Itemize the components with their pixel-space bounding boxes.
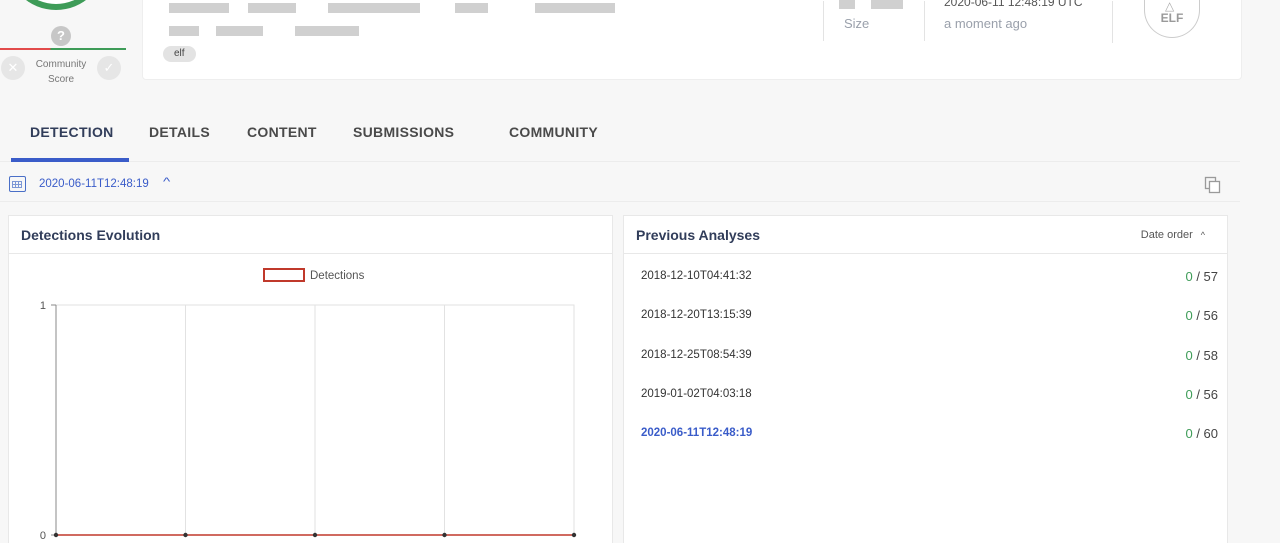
active-tab-indicator: [11, 158, 129, 162]
vote-up-button[interactable]: ✓: [97, 56, 121, 80]
analysis-date: 2020-06-11 12:48:19 UTC: [944, 0, 1083, 9]
engines-total: / 58: [1196, 347, 1218, 363]
community-score-label: Community Score: [35, 59, 87, 85]
positives-count: 0: [1185, 386, 1193, 402]
data-point: [183, 532, 188, 538]
detections-chart: 012018-12-102018-12-202018-12-252019-01-…: [40, 268, 577, 542]
date-order-label: Date order: [1140, 229, 1193, 241]
analysis-row[interactable]: 2018-12-25T08:54:39 0 / 58: [641, 347, 1218, 367]
panel-title: Detections Evolution: [9, 216, 612, 254]
file-type-badge: ELF: [1144, 0, 1200, 38]
detection-ratio: 0 / 60: [1185, 426, 1218, 441]
tab-details[interactable]: DETAILS: [149, 104, 210, 162]
close-icon: ✕: [7, 60, 19, 75]
analysis-row[interactable]: 2020-06-11T12:48:19 0 / 60: [641, 425, 1218, 445]
copy-icon[interactable]: [1204, 176, 1222, 194]
size-label: Size: [844, 16, 870, 31]
previous-analyses-title: Previous Analyses: [636, 227, 760, 243]
data-point: [571, 532, 577, 538]
analysis-date: 2018-12-25T08:54:39: [641, 348, 752, 361]
redacted-hash: [455, 3, 488, 13]
tab-content[interactable]: CONTENT: [247, 104, 317, 162]
y-tick-label: 0: [40, 530, 46, 542]
detection-ratio: 0 / 57: [1185, 269, 1218, 284]
positives-count: 0: [1185, 347, 1193, 363]
data-point: [312, 532, 318, 538]
engines-total: / 56: [1196, 386, 1218, 402]
file-tag[interactable]: elf: [163, 46, 196, 62]
positives-count: 0: [1185, 308, 1193, 324]
check-icon: ✓: [103, 60, 115, 75]
analysis-relative-time: a moment ago: [944, 16, 1028, 31]
divider: [1112, 1, 1113, 43]
calendar-icon[interactable]: [9, 176, 26, 192]
analysis-row[interactable]: 2018-12-20T13:15:39 0 / 56: [641, 307, 1218, 327]
analysis-date: 2020-06-11T12:48:19: [641, 427, 753, 440]
positives-count: 0: [1185, 426, 1193, 442]
redacted-size: [871, 0, 903, 9]
redacted-name: [216, 26, 263, 36]
analysis-date-bar: 2020-06-11T12:48:19 ^: [0, 166, 1240, 202]
divider: [823, 1, 824, 41]
detection-gauge: [6, 0, 106, 10]
positives-count: 0: [1185, 269, 1193, 284]
analysis-row[interactable]: 2019-01-02T04:03:18 0 / 56: [641, 386, 1218, 406]
vote-down-button[interactable]: ✕: [1, 56, 25, 80]
analysis-date-selector[interactable]: 2020-06-11T12:48:19: [39, 178, 149, 190]
detection-ratio: 0 / 56: [1185, 308, 1218, 323]
file-summary-card: elf Size 2020-06-11 12:48:19 UTC a momen…: [142, 0, 1242, 80]
chevron-up-icon[interactable]: ^: [163, 176, 170, 188]
engines-total: / 57: [1196, 269, 1218, 284]
analysis-date: 2019-01-02T04:03:18: [641, 387, 752, 400]
data-point: [53, 532, 59, 538]
redacted-hash: [328, 3, 420, 13]
detection-ratio: 0 / 56: [1185, 387, 1218, 402]
redacted-name: [295, 26, 359, 36]
analysis-row[interactable]: 2018-12-10T04:41:32 0 / 57: [641, 268, 1218, 288]
redacted-name: [169, 26, 199, 36]
date-order-sort[interactable]: Date order ^: [1141, 216, 1205, 254]
detection-ratio: 0 / 58: [1185, 348, 1218, 363]
redacted-hash: [169, 3, 229, 13]
redacted-hash: [535, 3, 615, 13]
redacted-hash: [248, 3, 296, 13]
tab-detection[interactable]: DETECTION: [30, 104, 114, 162]
tab-community[interactable]: COMMUNITY: [509, 104, 598, 162]
tab-submissions[interactable]: SUBMISSIONS: [353, 104, 454, 162]
data-point: [442, 532, 447, 538]
detections-evolution-panel: Detections Evolution 012018-12-102018-12…: [8, 215, 613, 543]
score-bar: [0, 48, 126, 50]
legend-swatch: [263, 268, 305, 282]
redacted-size: [839, 0, 855, 9]
y-tick-label: 1: [40, 300, 46, 312]
engines-total: / 56: [1196, 308, 1218, 324]
chevron-up-icon: ^: [1200, 230, 1205, 240]
legend-label: Detections: [310, 270, 365, 282]
divider: [924, 1, 925, 41]
community-score-widget: ? ✕ Community Score ✓: [0, 0, 128, 90]
question-icon: ?: [51, 26, 71, 46]
analysis-date: 2018-12-10T04:41:32: [641, 270, 752, 282]
previous-analyses-panel: Previous Analyses Date order ^ 2018-12-10…: [623, 215, 1228, 543]
tab-bar: DETECTION DETAILS CONTENT SUBMISSIONS CO…: [0, 104, 1240, 162]
analysis-date: 2018-12-20T13:15:39: [641, 309, 752, 322]
panel-title: Previous Analyses Date order ^: [624, 216, 1227, 254]
engines-total: / 60: [1196, 426, 1218, 442]
